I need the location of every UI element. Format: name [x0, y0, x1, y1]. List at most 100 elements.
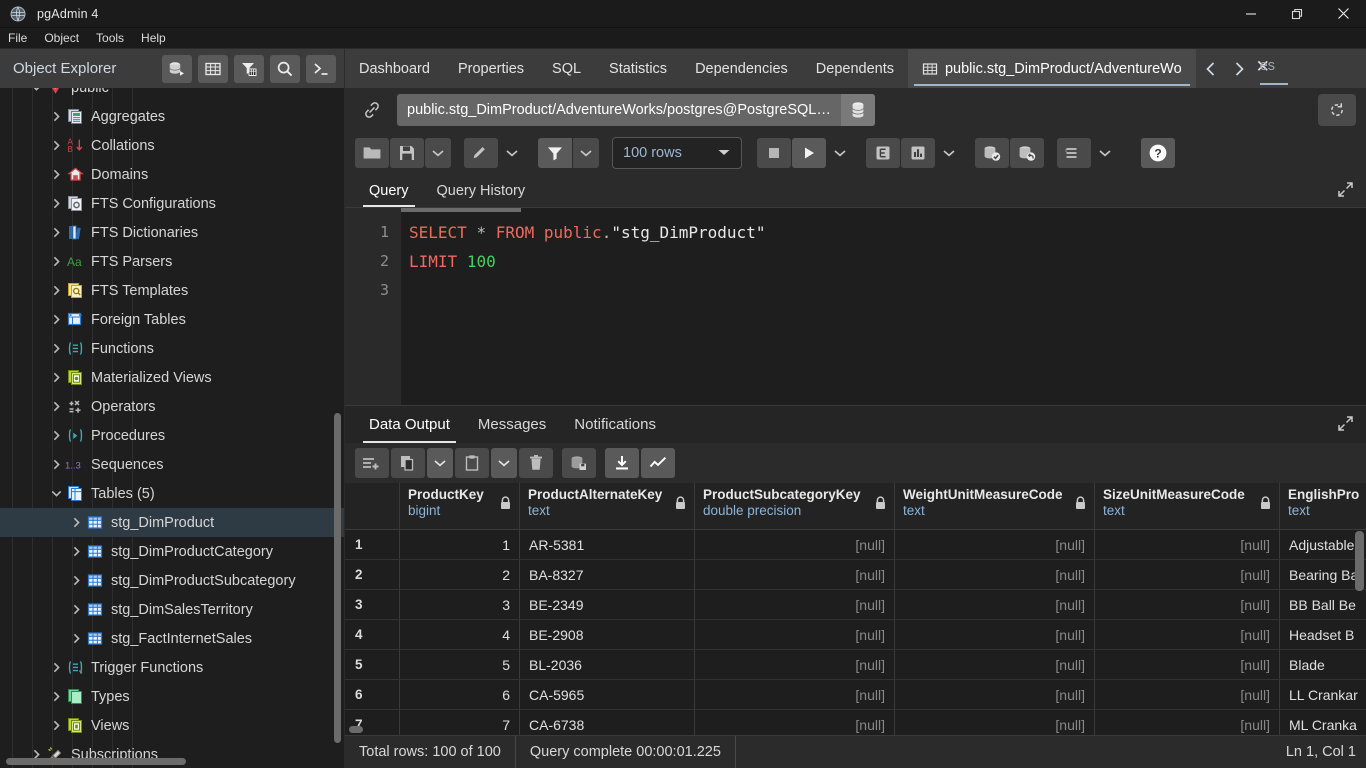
macros-dropdown[interactable]: [1092, 138, 1118, 168]
chevron-right-icon[interactable]: [48, 720, 64, 731]
tree-node-procedures[interactable]: Procedures: [0, 421, 344, 450]
save-data-icon[interactable]: [562, 448, 596, 478]
view-data-icon[interactable]: [198, 54, 228, 83]
grid-horizontal-scrollbar[interactable]: [349, 726, 363, 733]
chevron-right-icon[interactable]: [48, 430, 64, 441]
column-header[interactable]: WeightUnitMeasureCode text: [895, 483, 1095, 529]
table-row[interactable]: 6 6 CA-5965 [null] [null] [null] LL Crankar: [345, 680, 1366, 710]
table-cell[interactable]: 6: [400, 680, 520, 709]
rollback-db-icon[interactable]: [1010, 138, 1044, 168]
column-header[interactable]: ProductKey bigint: [400, 483, 520, 529]
table-cell[interactable]: [null]: [1095, 710, 1280, 735]
filter-dropdown[interactable]: [573, 138, 599, 168]
tree-node-fts-parsers[interactable]: Aa FTS Parsers: [0, 247, 344, 276]
table-cell[interactable]: [null]: [895, 530, 1095, 559]
table-cell[interactable]: Headset B: [1280, 620, 1366, 649]
save-file-button[interactable]: [390, 138, 424, 168]
tree-node-stg-dimproductcategory[interactable]: stg_DimProductCategory: [0, 537, 344, 566]
chevron-right-icon[interactable]: [48, 140, 64, 151]
save-file-dropdown[interactable]: [425, 138, 451, 168]
chevron-right-icon[interactable]: [48, 169, 64, 180]
execute-dropdown[interactable]: [827, 138, 853, 168]
chevron-right-icon[interactable]: [48, 691, 64, 702]
table-cell[interactable]: [null]: [895, 560, 1095, 589]
tree-node-trigger-functions[interactable]: Trigger Functions: [0, 653, 344, 682]
tree-node-types[interactable]: Types: [0, 682, 344, 711]
edit-button[interactable]: [464, 138, 498, 168]
commit-db-check-icon[interactable]: [975, 138, 1009, 168]
chevron-right-icon[interactable]: [48, 662, 64, 673]
tree-node-stg-dimproductsubcategory[interactable]: stg_DimProductSubcategory: [0, 566, 344, 595]
add-row-icon[interactable]: [355, 448, 389, 478]
connection-link-icon[interactable]: [355, 95, 389, 125]
sql-editor-horizontal-scrollbar[interactable]: [401, 208, 521, 212]
tree-node-aggregates[interactable]: Aggregates: [0, 102, 344, 131]
tab-query-tool[interactable]: public.stg_DimProduct/AdventureWo: [907, 49, 1196, 88]
tab-data-output[interactable]: Data Output: [355, 406, 464, 443]
copy-dropdown[interactable]: [427, 448, 453, 478]
table-row[interactable]: 2 2 BA-8327 [null] [null] [null] Bearing Ba: [345, 560, 1366, 590]
chevron-right-icon[interactable]: [48, 314, 64, 325]
chevron-right-icon[interactable]: [68, 575, 84, 586]
table-cell[interactable]: 2: [400, 560, 520, 589]
tree-node-fts-configurations[interactable]: FTS Configurations: [0, 189, 344, 218]
tab-properties[interactable]: Properties: [444, 49, 538, 88]
table-row[interactable]: 7 7 CA-6738 [null] [null] [null] ML Cranka: [345, 710, 1366, 735]
expand-diagonal-icon[interactable]: [1337, 181, 1354, 203]
column-header[interactable]: ProductSubcategoryKey double precision: [695, 483, 895, 529]
chevron-right-icon[interactable]: [1226, 50, 1252, 88]
table-cell[interactable]: [null]: [1095, 590, 1280, 619]
tree-node-public[interactable]: public: [0, 88, 344, 102]
sidebar-horizontal-scrollbar[interactable]: [6, 758, 186, 765]
paste-icon[interactable]: [455, 448, 489, 478]
tree-node-domains[interactable]: Domains: [0, 160, 344, 189]
tab-statistics[interactable]: Statistics: [595, 49, 681, 88]
table-row[interactable]: 3 3 BE-2349 [null] [null] [null] BB Ball Be: [345, 590, 1366, 620]
table-row[interactable]: 1 1 AR-5381 [null] [null] [null] Adjustable: [345, 530, 1366, 560]
chevron-right-icon[interactable]: [48, 343, 64, 354]
table-cell[interactable]: 1: [400, 530, 520, 559]
table-cell[interactable]: [null]: [695, 710, 895, 735]
table-cell[interactable]: [null]: [695, 530, 895, 559]
chevron-right-icon[interactable]: [48, 256, 64, 267]
tree-node-collations[interactable]: A B Collations: [0, 131, 344, 160]
tab-dependencies[interactable]: Dependencies: [681, 49, 802, 88]
tree-node-tables-5[interactable]: Tables (5): [0, 479, 344, 508]
table-cell[interactable]: [null]: [895, 680, 1095, 709]
chevron-down-icon[interactable]: [28, 88, 44, 93]
chevron-left-icon[interactable]: [1198, 50, 1224, 88]
chevron-right-icon[interactable]: [48, 111, 64, 122]
menu-item-file[interactable]: File: [8, 31, 27, 45]
table-cell[interactable]: [null]: [895, 710, 1095, 735]
trash-icon[interactable]: [519, 448, 553, 478]
menu-item-object[interactable]: Object: [44, 31, 79, 45]
chevron-right-icon[interactable]: [48, 227, 64, 238]
table-cell[interactable]: AR-5381: [520, 530, 695, 559]
table-cell[interactable]: LL Crankar: [1280, 680, 1366, 709]
column-header[interactable]: SizeUnitMeasureCode text: [1095, 483, 1280, 529]
sidebar-vertical-scrollbar[interactable]: [334, 413, 341, 743]
tree-node-fts-dictionaries[interactable]: FTS Dictionaries: [0, 218, 344, 247]
chevron-right-icon[interactable]: [68, 633, 84, 644]
close-tab-button[interactable]: ✕ es: [1254, 49, 1288, 87]
table-cell[interactable]: 7: [400, 710, 520, 735]
table-cell[interactable]: [null]: [895, 590, 1095, 619]
tree-node-stg-dimproduct[interactable]: stg_DimProduct: [0, 508, 344, 537]
close-icon[interactable]: [1320, 0, 1366, 28]
table-cell[interactable]: [null]: [1095, 680, 1280, 709]
object-explorer-tree-panel[interactable]: public Aggregates AB Collations Domains FTS C…: [0, 88, 345, 768]
table-cell[interactable]: Blade: [1280, 650, 1366, 679]
chevron-right-icon[interactable]: [68, 604, 84, 615]
tree-node-functions[interactable]: Functions: [0, 334, 344, 363]
table-cell[interactable]: BE-2349: [520, 590, 695, 619]
filter-button[interactable]: [538, 138, 572, 168]
tree-node-views[interactable]: Views: [0, 711, 344, 740]
add-server-icon[interactable]: [162, 54, 192, 83]
edit-dropdown[interactable]: [499, 138, 525, 168]
tree-node-stg-dimsalesterritory[interactable]: stg_DimSalesTerritory: [0, 595, 344, 624]
database-icon[interactable]: [840, 94, 875, 126]
query-tool-icon[interactable]: [306, 54, 336, 83]
chevron-right-icon[interactable]: [68, 546, 84, 557]
table-cell[interactable]: 4: [400, 620, 520, 649]
chevron-right-icon[interactable]: [48, 459, 64, 470]
